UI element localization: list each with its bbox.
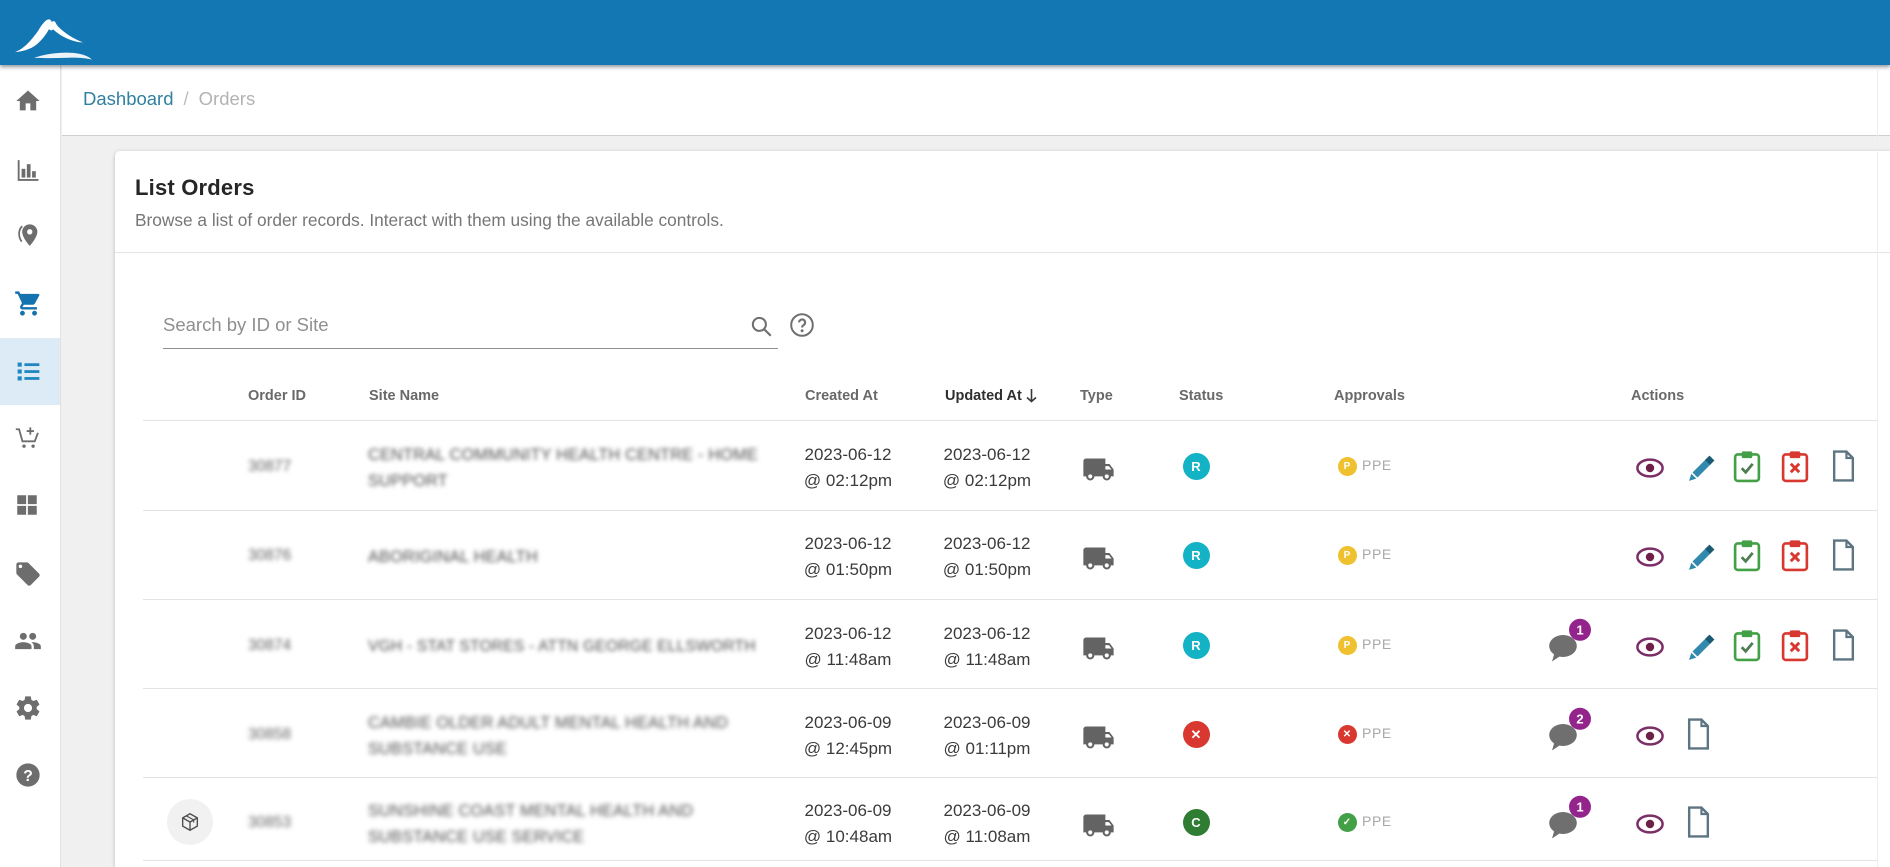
svg-text:?: ? bbox=[23, 767, 33, 784]
svg-text:2: 2 bbox=[1576, 712, 1583, 727]
svg-text:1: 1 bbox=[1576, 623, 1583, 638]
svg-text:1: 1 bbox=[1576, 800, 1583, 815]
